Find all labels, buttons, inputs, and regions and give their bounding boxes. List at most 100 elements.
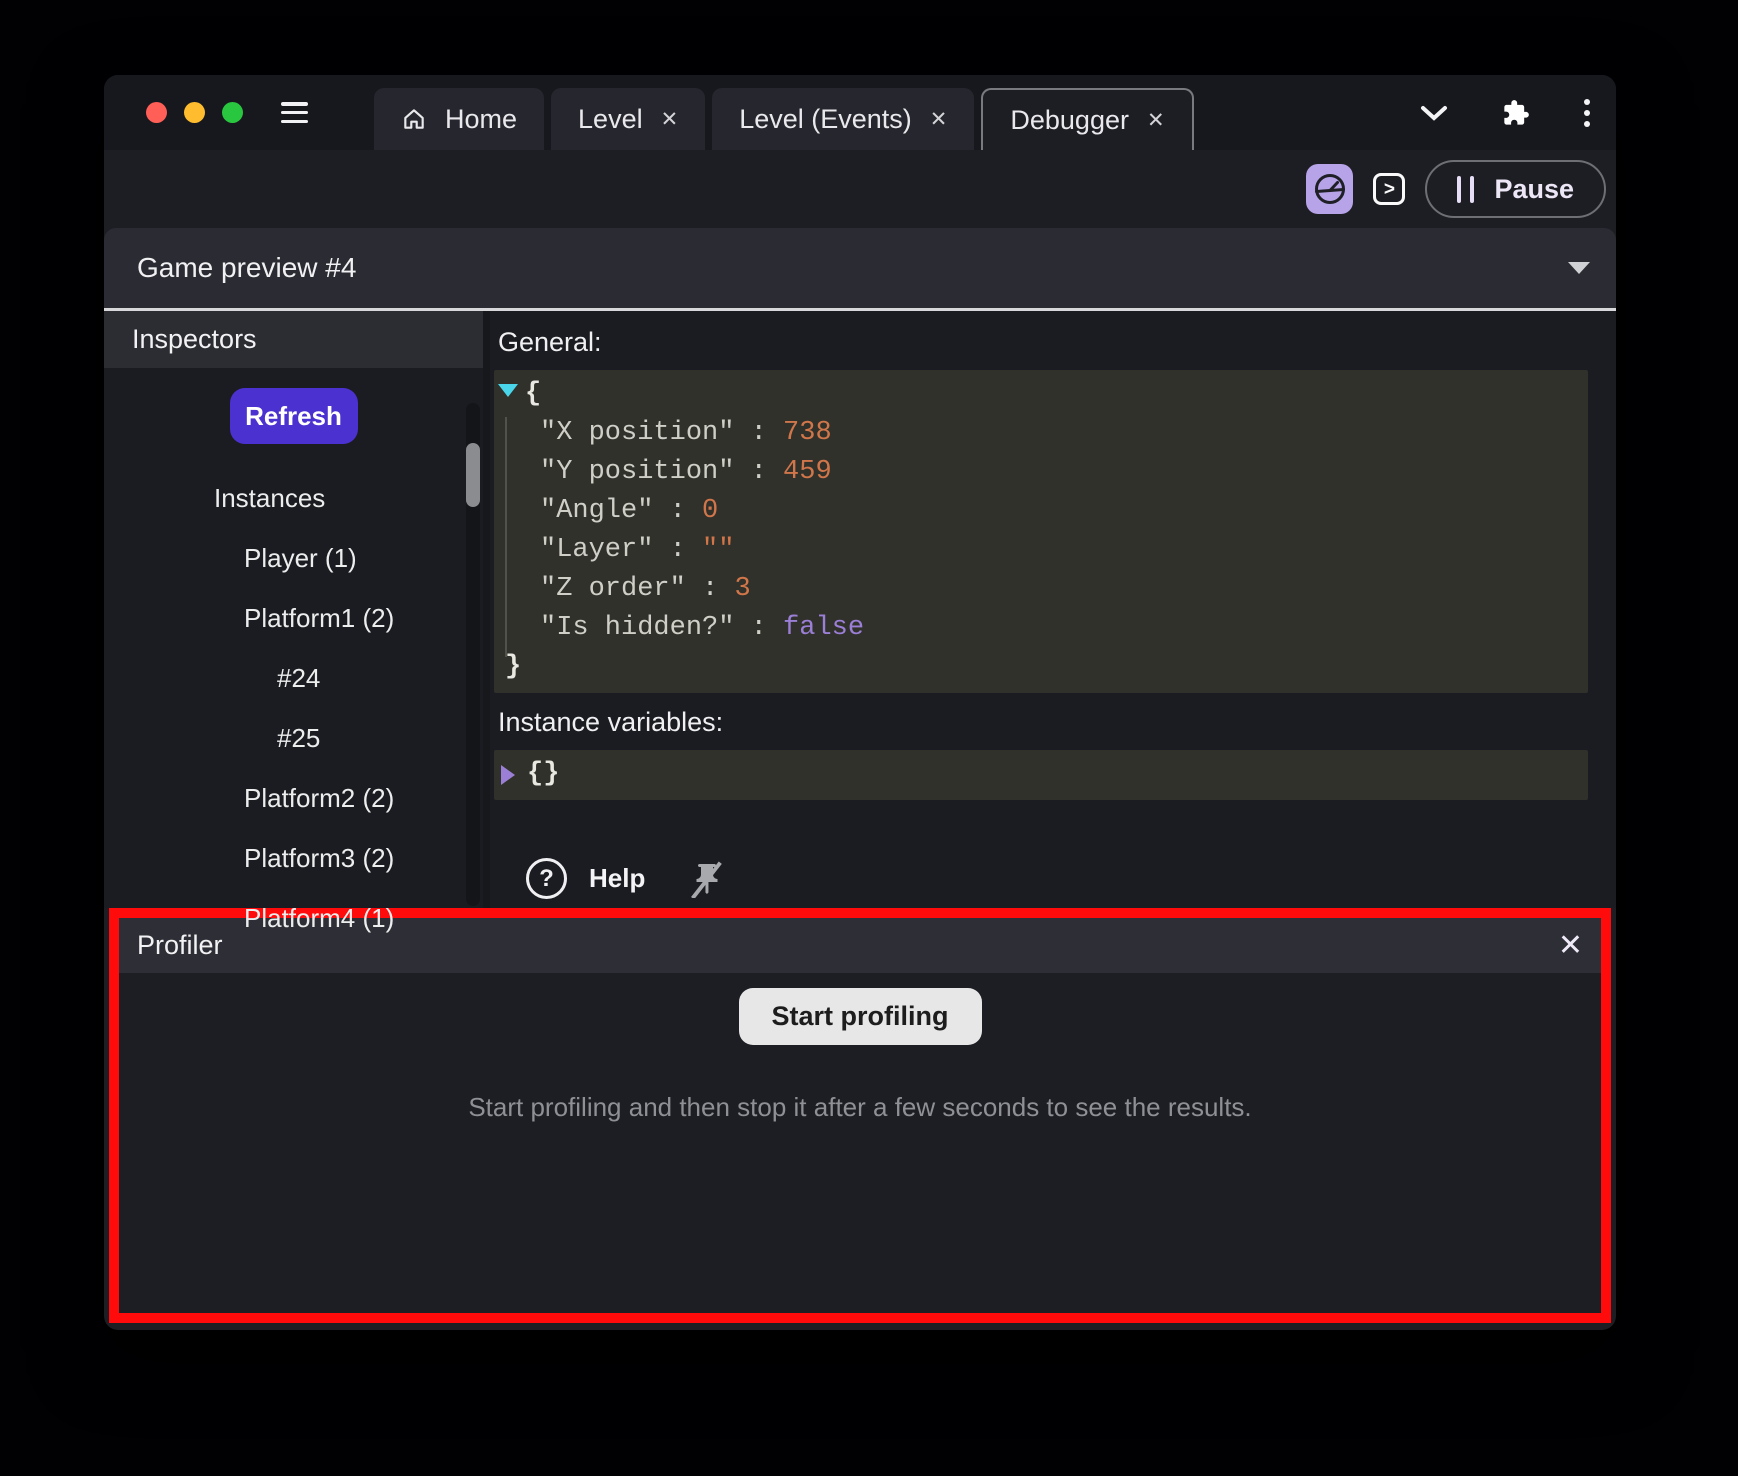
tab-label: Debugger [1010,105,1129,136]
chevron-down-icon[interactable] [1420,105,1448,121]
instance-variables-label: Instance variables: [494,707,1588,738]
json-key: "Is hidden?" [540,613,734,643]
inspector-tree: Instances Player (1) Platform1 (2) #24 #25 Pl… [104,468,483,948]
tree-item-label: Instances [214,483,325,514]
profiler-panel: Profiler ✕ Start profiling Start profili… [109,908,1611,1323]
json-property-row: "Is hidden?" : false [499,609,1588,648]
profiler-hint-text: Start profiling and then stop it after a… [468,1092,1251,1123]
tab-label: Home [445,104,517,135]
json-value: 0 [702,496,718,526]
inspectors-sidebar: Inspectors Refresh Instances Player (1) Pl… [104,311,490,908]
start-profiling-button[interactable]: Start profiling [739,988,982,1045]
tab-close-icon[interactable]: ✕ [1147,108,1165,133]
instance-variables-value: {} [527,755,559,794]
json-key: "X position" [540,418,734,448]
tab-level[interactable]: Level ✕ [551,88,705,150]
json-colon: : [653,496,702,526]
tree-item-label: Platform1 (2) [244,603,394,634]
json-key: "Angle" [540,496,653,526]
dropdown-caret-icon [1568,262,1590,274]
tab-close-icon[interactable]: ✕ [661,107,679,132]
inspector-tree-item[interactable]: Platform4 (1) [104,888,483,948]
tab-home[interactable]: Home [374,88,544,150]
expand-expander-icon[interactable] [501,765,515,785]
tree-item-label: #24 [277,663,320,694]
profiler-body: Start profiling Start profiling and then… [119,973,1601,1313]
minimize-window-button[interactable] [184,102,205,123]
debugger-toolbar: > Pause [104,150,1616,228]
profiler-gauge-button[interactable] [1306,164,1353,214]
inspector-panel: General: { "X position" : 738"Y position… [490,311,1616,908]
inspector-tree-item[interactable]: Platform1 (2) [104,588,483,648]
tab-strip: Home Level ✕ Level (Events) ✕ Debugger ✕ [374,88,1194,150]
console-button[interactable]: > [1373,173,1405,205]
zoom-window-button[interactable] [222,102,243,123]
tree-item-label: Player (1) [244,543,357,574]
debugger-body: Inspectors Refresh Instances Player (1) Pl… [104,311,1616,908]
tab-close-icon[interactable]: ✕ [930,107,948,132]
sidebar-scrollbar[interactable] [466,403,480,906]
help-row: ? Help [494,858,1588,899]
collapse-expander-icon[interactable] [498,384,518,397]
gauge-icon [1312,171,1348,207]
main-menu-button[interactable] [281,102,308,123]
json-open-brace: { [499,375,1588,414]
inspector-tree-item[interactable]: Instances [104,468,483,528]
app-window: Home Level ✕ Level (Events) ✕ Debugger ✕ [104,75,1616,1330]
help-label: Help [589,863,645,894]
tree-item-label: Platform2 (2) [244,783,394,814]
refresh-button[interactable]: Refresh [230,388,358,444]
json-property-row: "Layer" : "" [499,531,1588,570]
json-value: false [783,613,864,643]
json-key: "Y position" [540,457,734,487]
json-close-brace: } [499,648,1588,687]
tab-debugger[interactable]: Debugger ✕ [981,88,1193,150]
tab-level-events-[interactable]: Level (Events) ✕ [712,88,974,150]
json-property-row: "Y position" : 459 [499,453,1588,492]
inspector-tree-item[interactable]: Player (1) [104,528,483,588]
json-value: 459 [783,457,832,487]
inspectors-header: Inspectors [104,311,483,368]
pause-button[interactable]: Pause [1425,160,1606,218]
tab-bar: Home Level ✕ Level (Events) ✕ Debugger ✕ [104,75,1616,150]
close-window-button[interactable] [146,102,167,123]
json-colon: : [734,613,783,643]
json-colon: : [686,574,735,604]
tab-label: Level (Events) [739,104,912,135]
json-property-row: "X position" : 738 [499,414,1588,453]
game-preview-selector[interactable]: Game preview #4 [104,228,1616,311]
home-icon [401,106,427,132]
tab-label: Level [578,104,643,135]
inspector-tree-item[interactable]: #25 [104,708,483,768]
json-value: 3 [734,574,750,604]
extensions-puzzle-icon[interactable] [1502,99,1530,127]
profiler-close-icon[interactable]: ✕ [1558,931,1583,961]
json-value: 738 [783,418,832,448]
unpin-icon[interactable] [689,860,725,898]
pause-icon [1457,176,1474,203]
json-colon: : [734,457,783,487]
inspector-tree-item[interactable]: #24 [104,648,483,708]
json-property-row: "Angle" : 0 [499,492,1588,531]
sidebar-scrollbar-thumb[interactable] [466,443,480,507]
json-property-row: "Z order" : 3 [499,570,1588,609]
inspector-tree-item[interactable]: Platform3 (2) [104,828,483,888]
tree-item-label: Platform4 (1) [244,903,394,934]
game-preview-label: Game preview #4 [137,252,356,284]
tree-item-label: Platform3 (2) [244,843,394,874]
json-colon: : [653,535,702,565]
help-question-icon[interactable]: ? [526,858,567,899]
json-colon: : [734,418,783,448]
window-controls [104,102,243,123]
tree-item-label: #25 [277,723,320,754]
json-key: "Z order" [540,574,686,604]
inspector-tree-item[interactable]: Platform2 (2) [104,768,483,828]
general-json-view: { "X position" : 738"Y position" : 459"A… [494,370,1588,693]
general-label: General: [494,327,1588,358]
more-options-kebab-icon[interactable] [1584,99,1590,127]
tabbar-actions [1420,99,1616,127]
indent-guide [505,417,507,657]
pause-label: Pause [1494,174,1574,205]
json-key: "Layer" [540,535,653,565]
instance-variables-json-view: {} [494,750,1588,800]
